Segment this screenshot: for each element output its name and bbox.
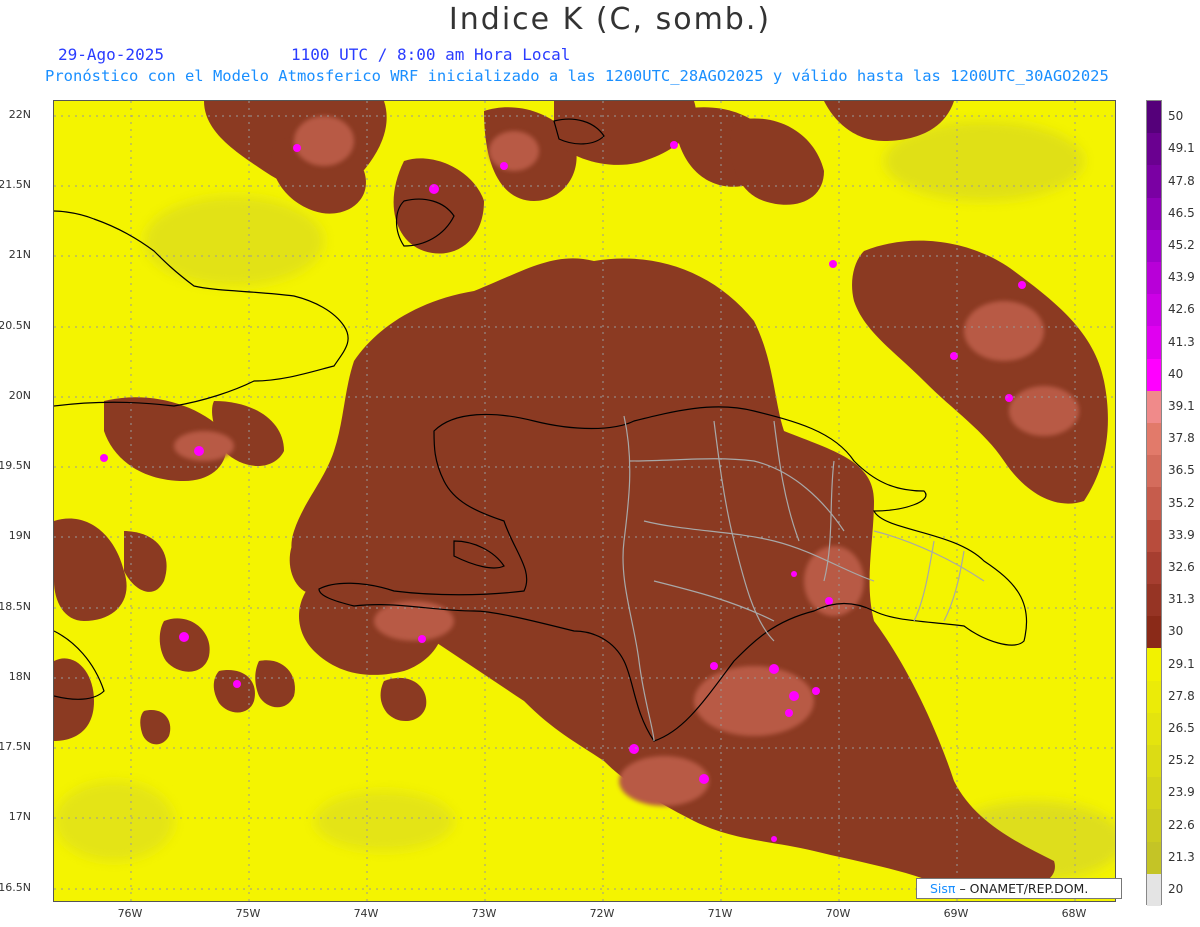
colorbar (1146, 100, 1162, 907)
colorbar-segment (1147, 358, 1161, 392)
map-title: Indice K (C, somb.) (448, 2, 772, 37)
lon-label: 75W (235, 907, 261, 920)
colorbar-segment (1147, 101, 1161, 134)
colorbar-segment (1147, 197, 1161, 231)
colorbar-label: 41.3 (1168, 334, 1195, 349)
lat-label: 17.5N (0, 740, 31, 753)
colorbar-label: 46.5 (1168, 205, 1195, 220)
colorbar-label: 47.8 (1168, 173, 1195, 188)
colorbar-segment (1147, 745, 1161, 778)
lat-label: 20.5N (0, 319, 31, 332)
credit-text: – ONAMET/REP.DOM. (959, 881, 1089, 896)
lon-label: 72W (589, 907, 615, 920)
colorbar-segment (1147, 873, 1161, 907)
lat-label: 19N (8, 529, 31, 542)
colorbar-label: 40 (1168, 366, 1184, 381)
lon-label: 70W (825, 907, 851, 920)
lat-label: 19.5N (0, 459, 31, 472)
credit-box: Sisπ – ONAMET/REP.DOM. (916, 878, 1122, 899)
colorbar-segment (1147, 294, 1161, 327)
colorbar-label: 37.8 (1168, 431, 1195, 446)
weather-map (53, 100, 1116, 902)
colorbar-segment (1147, 487, 1161, 521)
lat-label: 18.5N (0, 600, 31, 613)
colorbar-segment (1147, 423, 1161, 456)
lat-label: 16.5N (0, 881, 31, 894)
colorbar-segment (1147, 777, 1161, 810)
forecast-info: Pronóstico con el Modelo Atmosferico WRF… (45, 67, 1109, 85)
colorbar-label: 35.2 (1168, 495, 1195, 510)
colorbar-label: 49.1 (1168, 141, 1195, 156)
colorbar-segment (1147, 712, 1161, 746)
lon-label: 76W (117, 907, 143, 920)
colorbar-label: 22.6 (1168, 817, 1195, 832)
lon-label: 73W (471, 907, 497, 920)
colorbar-segment (1147, 165, 1161, 199)
colorbar-label: 36.5 (1168, 463, 1195, 478)
colorbar-label: 31.3 (1168, 592, 1195, 607)
lon-label: 74W (353, 907, 379, 920)
colorbar-label: 21.3 (1168, 849, 1195, 864)
colorbar-label: 23.9 (1168, 785, 1195, 800)
colorbar-segment (1147, 648, 1161, 682)
colorbar-segment (1147, 841, 1161, 875)
colorbar-label: 29.1 (1168, 656, 1195, 671)
colorbar-label: 32.6 (1168, 559, 1195, 574)
map-canvas (54, 101, 1115, 901)
colorbar-segment (1147, 616, 1161, 649)
credit-brand: Sisπ (930, 881, 956, 896)
colorbar-segment (1147, 455, 1161, 488)
colorbar-label: 39.1 (1168, 398, 1195, 413)
colorbar-segment (1147, 680, 1161, 714)
colorbar-label: 43.9 (1168, 270, 1195, 285)
colorbar-label: 42.6 (1168, 302, 1195, 317)
colorbar-label: 27.8 (1168, 688, 1195, 703)
colorbar-label: 33.9 (1168, 527, 1195, 542)
colorbar-label: 26.5 (1168, 720, 1195, 735)
lat-label: 21N (8, 248, 31, 261)
colorbar-segment (1147, 809, 1161, 843)
colorbar-segment (1147, 326, 1161, 360)
lat-label: 18N (8, 670, 31, 683)
forecast-date: 29-Ago-2025 (58, 45, 164, 64)
colorbar-label: 30 (1168, 624, 1184, 639)
colorbar-label: 50 (1168, 109, 1184, 124)
colorbar-segment (1147, 584, 1161, 617)
colorbar-label: 25.2 (1168, 753, 1195, 768)
colorbar-segment (1147, 262, 1161, 295)
colorbar-label: 45.2 (1168, 237, 1195, 252)
lat-label: 21.5N (0, 178, 31, 191)
lon-label: 68W (1061, 907, 1087, 920)
colorbar-segment (1147, 229, 1161, 263)
colorbar-segment (1147, 133, 1161, 166)
colorbar-segment (1147, 390, 1161, 424)
lon-label: 71W (707, 907, 733, 920)
colorbar-segment (1147, 519, 1161, 553)
lat-label: 22N (8, 108, 31, 121)
colorbar-segment (1147, 551, 1161, 585)
lon-label: 69W (943, 907, 969, 920)
forecast-time: 1100 UTC / 8:00 am Hora Local (291, 45, 571, 64)
lat-label: 17N (8, 810, 31, 823)
colorbar-label: 20 (1168, 881, 1184, 896)
lat-label: 20N (8, 389, 31, 402)
